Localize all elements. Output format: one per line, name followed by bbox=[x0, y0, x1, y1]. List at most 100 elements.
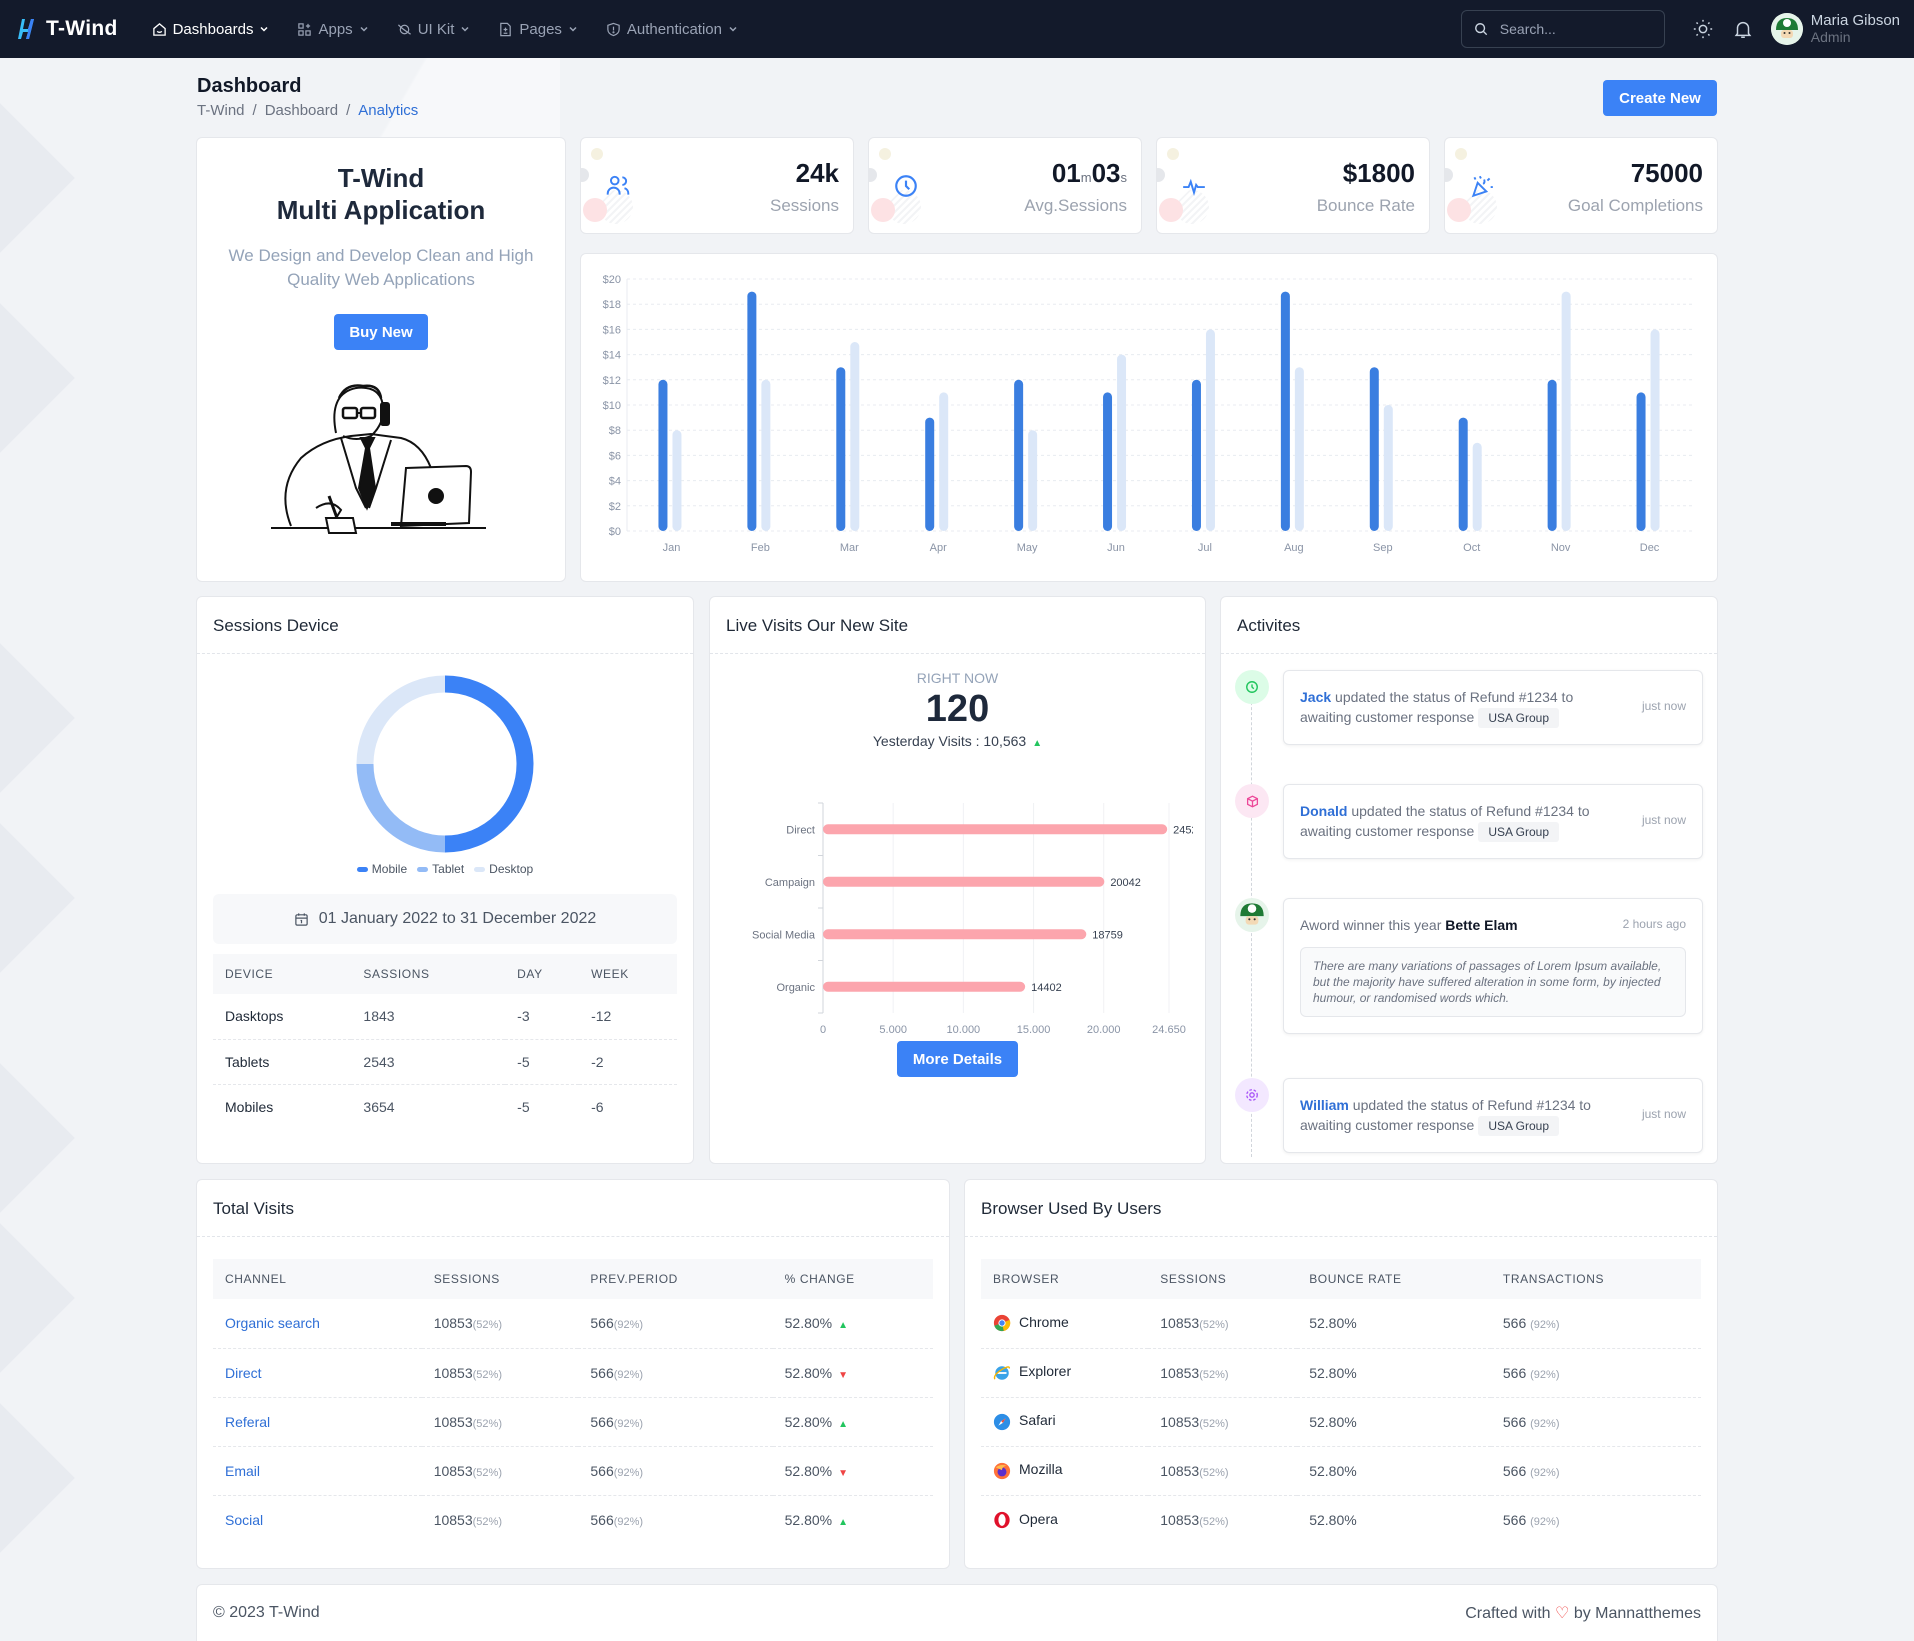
transactions-value: 566 bbox=[1502, 1511, 1527, 1528]
cell-device: Mobiles bbox=[225, 1098, 274, 1115]
activity-user-link[interactable]: William bbox=[1300, 1097, 1349, 1113]
legend-item-tablet[interactable]: Tablet bbox=[417, 862, 464, 876]
breadcrumb-item[interactable]: T-Wind bbox=[197, 102, 245, 119]
nav-pages[interactable]: Pages bbox=[484, 0, 592, 58]
activity-item[interactable]: William updated the status of Refund #12… bbox=[1283, 1078, 1703, 1153]
cell-transactions: 566 (92%) bbox=[1490, 1348, 1701, 1398]
prev-value: 566 bbox=[590, 1462, 614, 1479]
x-tick-label: Jan bbox=[663, 542, 681, 554]
legend-item-mobile[interactable]: Mobile bbox=[356, 862, 407, 876]
brand[interactable]: T-Wind bbox=[14, 17, 118, 41]
shield-icon bbox=[607, 22, 620, 36]
prev-percent: (92%) bbox=[613, 1417, 644, 1430]
search-box[interactable] bbox=[1460, 10, 1665, 48]
brand-logo-icon bbox=[18, 19, 34, 39]
channel-link[interactable]: Direct bbox=[225, 1365, 262, 1381]
breadcrumb-current: Analytics bbox=[358, 102, 419, 119]
cell-channel: Referal bbox=[213, 1397, 422, 1447]
legend-item-desktop[interactable]: Desktop bbox=[474, 862, 533, 876]
trend-up-icon: ▲ bbox=[1032, 738, 1043, 749]
nav-apps[interactable]: Apps bbox=[283, 0, 382, 58]
change-value: 52.80% bbox=[784, 1511, 833, 1528]
column-header: BROWSER bbox=[981, 1259, 1149, 1299]
x-tick-label: Oct bbox=[1463, 542, 1480, 554]
trend-up-icon: ▲ bbox=[838, 1418, 849, 1430]
x-tick-label: 15,000 bbox=[1016, 1024, 1050, 1033]
card-title: Sessions Device bbox=[197, 597, 693, 654]
bar-social-media bbox=[822, 929, 1086, 940]
prev-value: 566 bbox=[590, 1364, 614, 1381]
channel-link[interactable]: Social bbox=[225, 1512, 263, 1528]
nav-dashboards[interactable]: Dashboards bbox=[138, 0, 284, 58]
transactions-value: 566 bbox=[1502, 1413, 1527, 1430]
transactions-value: 566 bbox=[1502, 1315, 1527, 1332]
donut-slice-tablet bbox=[356, 763, 446, 853]
bar-mar-series1 bbox=[836, 367, 846, 531]
right-now-value: 120 bbox=[925, 688, 990, 730]
theme-toggle-button[interactable] bbox=[1683, 9, 1723, 49]
trend-up-icon: ▲ bbox=[838, 1516, 849, 1528]
activity-user-link[interactable]: Jack bbox=[1300, 689, 1331, 705]
right-now-label: RIGHT NOW bbox=[916, 670, 999, 686]
activity-item[interactable]: Donald updated the status of Refund #123… bbox=[1283, 784, 1703, 859]
buy-new-button[interactable]: Buy New bbox=[334, 314, 428, 350]
activity-user-link[interactable]: Donald bbox=[1300, 803, 1347, 819]
sessions-value: 10853 bbox=[1160, 1462, 1200, 1479]
data-label: 14402 bbox=[1031, 982, 1062, 994]
chrome-icon bbox=[993, 1314, 1019, 1332]
prev-percent: (92%) bbox=[613, 1515, 644, 1528]
table-row: Mozilla 10853(52%) 52.80% 566 (92%) bbox=[981, 1446, 1701, 1496]
date-range[interactable]: 01 January 2022 to 31 December 2022 bbox=[213, 894, 677, 944]
sessions-donut-chart bbox=[356, 675, 534, 853]
table-row: Mobiles 3654 -5 -6 bbox=[213, 1084, 677, 1129]
footer: © 2023 T-Wind Crafted with ♡ by Mannatth… bbox=[196, 1584, 1718, 1641]
column-header: DEVICE bbox=[213, 954, 352, 994]
activity-item[interactable]: Jack updated the status of Refund #1234 … bbox=[1283, 670, 1703, 745]
donut-legend: Mobile Tablet Desktop bbox=[197, 862, 693, 876]
main-nav: Dashboards Apps UI Kit Pages Authenticat… bbox=[138, 0, 752, 58]
nav-ui-kit[interactable]: UI Kit bbox=[383, 0, 485, 58]
more-details-button[interactable]: More Details bbox=[897, 1041, 1018, 1077]
channel-link[interactable]: Email bbox=[225, 1463, 260, 1479]
x-tick-label: Nov bbox=[1551, 542, 1571, 554]
y-tick-label: $18 bbox=[603, 299, 621, 311]
cell-change: 52.80% ▼ bbox=[772, 1348, 933, 1398]
nav-authentication[interactable]: Authentication bbox=[592, 0, 752, 58]
stat-unit: s bbox=[1120, 170, 1128, 185]
cell-transactions: 566 (92%) bbox=[1491, 1495, 1701, 1544]
channel-link[interactable]: Referal bbox=[225, 1414, 270, 1430]
cell-sessions: 1843 bbox=[351, 994, 506, 1040]
stat-card-bounce-rate: $1800 Bounce Rate bbox=[1156, 137, 1430, 234]
cell-transactions: 566 (92%) bbox=[1490, 1299, 1701, 1349]
search-input[interactable] bbox=[1499, 21, 1650, 37]
bar-may-series1 bbox=[1014, 379, 1024, 531]
stat-card-goal-completions: 75000 Goal Completions bbox=[1444, 137, 1718, 234]
breadcrumb-item[interactable]: Dashboard bbox=[265, 102, 338, 119]
browser-name: Mozilla bbox=[1019, 1461, 1063, 1478]
sessions-percent: (52%) bbox=[472, 1515, 502, 1528]
home-icon bbox=[152, 22, 166, 36]
activity-item[interactable]: Aword winner this year Bette Elam 2 hour… bbox=[1283, 898, 1703, 1034]
activity-time: just now bbox=[1641, 813, 1686, 827]
cell-sessions: 10853(52%) bbox=[1148, 1299, 1298, 1349]
activity-user-link[interactable]: Bette Elam bbox=[1445, 917, 1517, 933]
bar-aug-series1 bbox=[1280, 291, 1290, 531]
x-tick-label: Apr bbox=[930, 542, 947, 554]
table-row: Referal 10853(52%) 566(92%) 52.80% ▲ bbox=[213, 1397, 933, 1447]
table-row: Dasktops 1843 -3 -12 bbox=[213, 994, 677, 1040]
cell-prev-period: 566(92%) bbox=[578, 1446, 773, 1496]
data-label: 18759 bbox=[1092, 929, 1123, 941]
activity-text: Donald updated the status of Refund #123… bbox=[1300, 801, 1600, 842]
activities-card: Activites Jack updated the status of Ref… bbox=[1220, 596, 1718, 1164]
user-menu[interactable]: Maria Gibson Admin bbox=[1770, 13, 1900, 45]
bar-apr-series1 bbox=[925, 417, 935, 531]
confetti-icon bbox=[1471, 175, 1493, 198]
card-title: Browser Used By Users bbox=[965, 1180, 1717, 1237]
notifications-button[interactable] bbox=[1723, 9, 1763, 49]
create-new-button[interactable]: Create New bbox=[1603, 80, 1717, 116]
bounce-value: 52.80% bbox=[1309, 1315, 1357, 1332]
channel-link[interactable]: Organic search bbox=[225, 1315, 320, 1331]
cell-browser: Mozilla bbox=[981, 1446, 1149, 1496]
column-header: SASSIONS bbox=[351, 954, 506, 994]
cell-browser: Safari bbox=[981, 1397, 1149, 1447]
